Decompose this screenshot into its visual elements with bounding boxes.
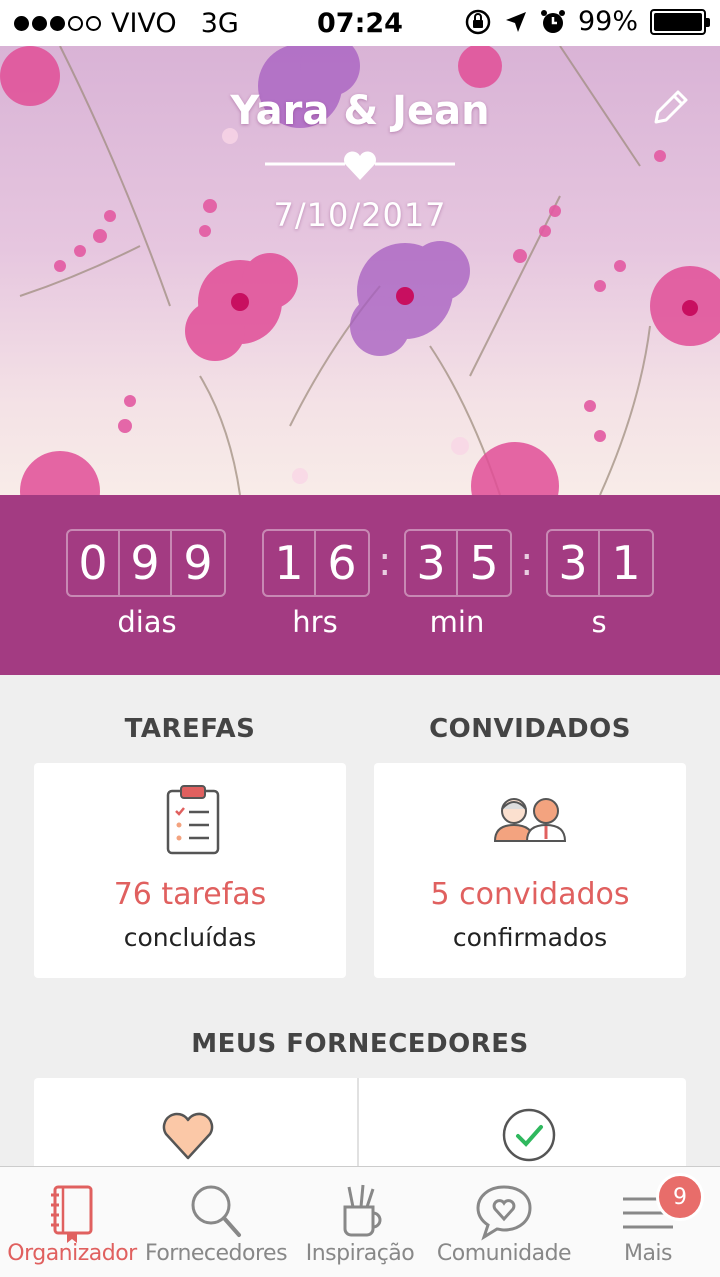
battery-icon <box>650 8 710 35</box>
tab-label: Organizador <box>7 1241 137 1266</box>
countdown-hours-label: hrs <box>292 605 338 639</box>
providers-card[interactable] <box>34 1078 686 1178</box>
wedding-date: 7/10/2017 <box>273 196 447 234</box>
search-icon <box>191 1185 241 1237</box>
battery-percent: 99% <box>577 6 638 37</box>
tab-label: Inspiração <box>305 1241 415 1266</box>
location-arrow-icon <box>505 11 526 32</box>
digit: 3 <box>406 531 458 595</box>
countdown-days-label: dias <box>117 605 177 639</box>
notebook-icon <box>51 1185 93 1243</box>
digit: 3 <box>548 531 600 595</box>
status-bar: VIVO 3G 07:24 99% <box>0 0 720 46</box>
tasks-status: concluídas <box>123 923 257 952</box>
guests-count: 5 convidados <box>430 877 630 912</box>
tab-label: Mais <box>623 1241 673 1266</box>
countdown-minutes-label: min <box>429 605 485 639</box>
digit: 1 <box>611 536 641 590</box>
couple-avatar-icon <box>493 798 567 842</box>
checkmark-circle-icon[interactable] <box>500 1106 558 1164</box>
guests-title: CONVIDADOS <box>429 714 631 744</box>
pencil-icon[interactable] <box>648 84 694 130</box>
countdown-seconds: 3 1 <box>546 529 654 597</box>
providers-title: MEUS FORNECEDORES <box>191 1029 529 1059</box>
digit: 9 <box>183 536 213 590</box>
tab-label: Fornecedores <box>144 1241 288 1266</box>
tab-comunidade[interactable]: Comunidade <box>432 1167 576 1277</box>
heart-icon[interactable] <box>160 1110 216 1162</box>
tab-fornecedores[interactable]: Fornecedores <box>144 1167 288 1277</box>
digit: 9 <box>120 531 172 595</box>
hero-banner: Yara & Jean 7/10/2017 <box>0 46 720 495</box>
tasks-count: 76 tarefas <box>113 877 267 912</box>
countdown-banner: 0 9 9 1 6 : 3 5 : 3 1 dias hrs min s <box>0 495 720 675</box>
couple-names: Yara & Jean <box>230 88 490 134</box>
tab-bar: Organizador Fornecedores Inspiração Comu… <box>0 1166 720 1277</box>
guests-status: confirmados <box>452 923 608 952</box>
countdown-seconds-label: s <box>591 605 607 639</box>
digit: 0 <box>68 531 120 595</box>
heart-divider-icon <box>265 151 455 180</box>
tab-label: Comunidade <box>436 1241 572 1266</box>
tasks-card[interactable]: 76 tarefas concluídas <box>34 763 346 978</box>
tab-mais[interactable]: 9 Mais <box>576 1167 720 1277</box>
digit: 6 <box>327 536 357 590</box>
digit: 1 <box>264 531 316 595</box>
guests-card[interactable]: 5 convidados confirmados <box>374 763 686 978</box>
status-icons: 99% <box>464 6 710 37</box>
notification-badge: 9 <box>656 1173 704 1221</box>
digit: 5 <box>469 536 499 590</box>
countdown-days: 0 9 9 <box>66 529 226 597</box>
clipboard-checklist-icon <box>166 785 220 855</box>
providers-divider <box>357 1078 359 1178</box>
rotation-lock-icon <box>465 9 491 34</box>
tab-inspiracao[interactable]: Inspiração <box>288 1167 432 1277</box>
countdown-separator: : <box>378 539 392 585</box>
alarm-icon <box>540 9 565 33</box>
tab-organizador[interactable]: Organizador <box>0 1167 144 1277</box>
tasks-title: TAREFAS <box>124 714 256 744</box>
brush-cup-icon <box>343 1184 382 1237</box>
countdown-separator: : <box>520 539 534 585</box>
countdown-minutes: 3 5 <box>404 529 512 597</box>
chat-heart-icon <box>476 1185 532 1241</box>
countdown-hours: 1 6 <box>262 529 370 597</box>
